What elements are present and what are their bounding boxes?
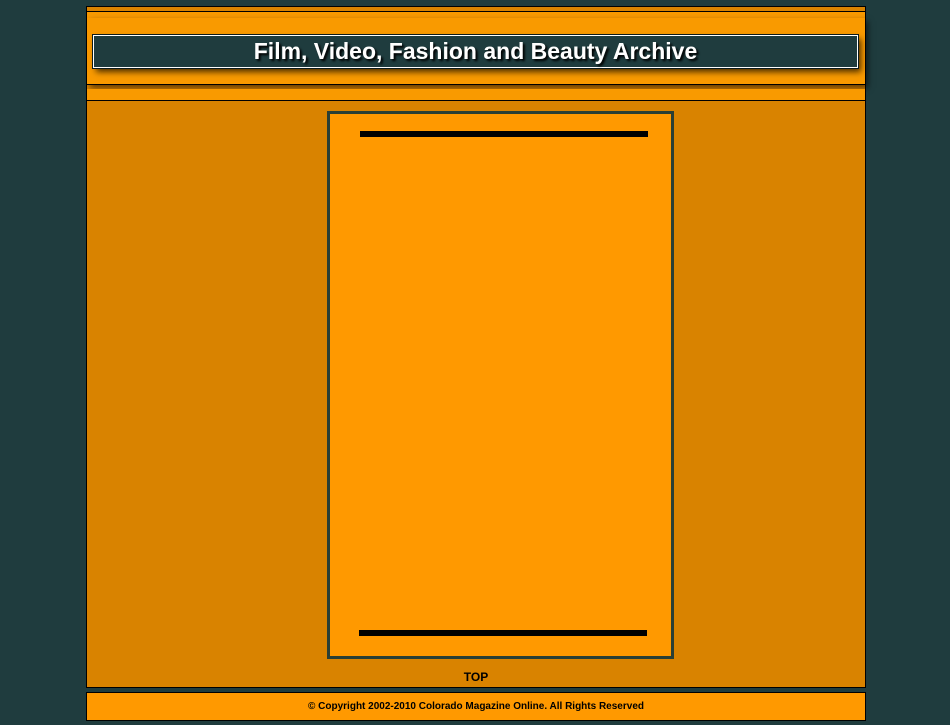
page: Film, Video, Fashion and Beauty Archive …: [0, 0, 950, 725]
header-band: Film, Video, Fashion and Beauty Archive: [87, 18, 865, 85]
site-header: Film, Video, Fashion and Beauty Archive: [86, 6, 866, 101]
top-divider: [360, 131, 648, 137]
bottom-divider: [359, 630, 647, 636]
page-title: Film, Video, Fashion and Beauty Archive: [92, 34, 859, 69]
back-to-top-link[interactable]: TOP: [87, 670, 865, 684]
header-bottom-strip: [87, 89, 865, 100]
content-panel: [327, 111, 674, 659]
main-content-area: TOP: [86, 100, 866, 688]
footer: © Copyright 2002-2010 Colorado Magazine …: [86, 692, 866, 721]
copyright-text: © Copyright 2002-2010 Colorado Magazine …: [308, 701, 644, 712]
